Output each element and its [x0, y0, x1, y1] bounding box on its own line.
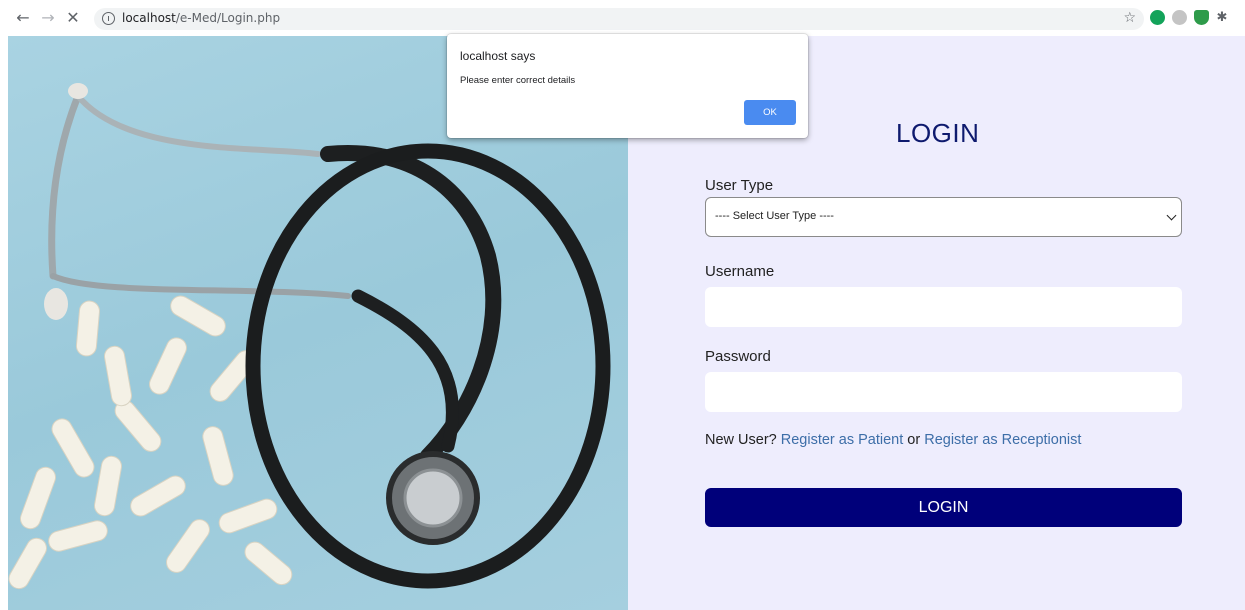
register-patient-link[interactable]: Register as Patient [781, 432, 904, 448]
forward-arrow-icon[interactable]: → [39, 9, 57, 27]
user-type-label: User Type [705, 177, 774, 194]
bookmark-star-icon[interactable]: ☆ [1123, 10, 1136, 26]
puzzle-extensions-icon[interactable]: ✱ [1213, 9, 1231, 27]
back-arrow-icon[interactable]: ← [14, 9, 32, 27]
username-label: Username [705, 263, 775, 280]
stop-loading-close-icon[interactable]: ✕ [64, 9, 82, 27]
chevron-down-icon [1166, 210, 1177, 221]
login-heading: LOGIN [896, 118, 980, 148]
login-button[interactable]: LOGIN [705, 488, 1182, 527]
extension-icon[interactable] [1172, 10, 1187, 25]
register-links: New User? Register as Patient or Registe… [705, 432, 1081, 448]
url-host: localhost [122, 11, 176, 25]
site-info-icon[interactable] [102, 12, 115, 25]
user-type-selected-value: ---- Select User Type ---- [715, 210, 834, 222]
browser-toolbar: ← → ✕ localhost/e-Med/Login.php ☆ ✱ [0, 0, 1245, 36]
username-input[interactable] [705, 287, 1182, 327]
password-input[interactable] [705, 372, 1182, 412]
new-user-text: New User? [705, 432, 777, 448]
url-path: /e-Med/Login.php [175, 11, 281, 25]
password-label: Password [705, 348, 771, 365]
or-text: or [907, 432, 921, 448]
shield-extension-icon[interactable] [1194, 10, 1209, 25]
url-text[interactable]: localhost/e-Med/Login.php [122, 11, 280, 25]
dialog-title: localhost says [460, 49, 536, 63]
dialog-ok-button[interactable]: OK [744, 100, 796, 125]
user-type-select[interactable]: ---- Select User Type ---- [705, 197, 1182, 237]
register-receptionist-link[interactable]: Register as Receptionist [924, 432, 1081, 448]
alert-dialog: localhost says Please enter correct deta… [447, 34, 808, 138]
grammarly-extension-icon[interactable] [1150, 10, 1165, 25]
dialog-message: Please enter correct details [460, 75, 576, 86]
address-bar[interactable]: localhost/e-Med/Login.php ☆ [94, 8, 1144, 30]
